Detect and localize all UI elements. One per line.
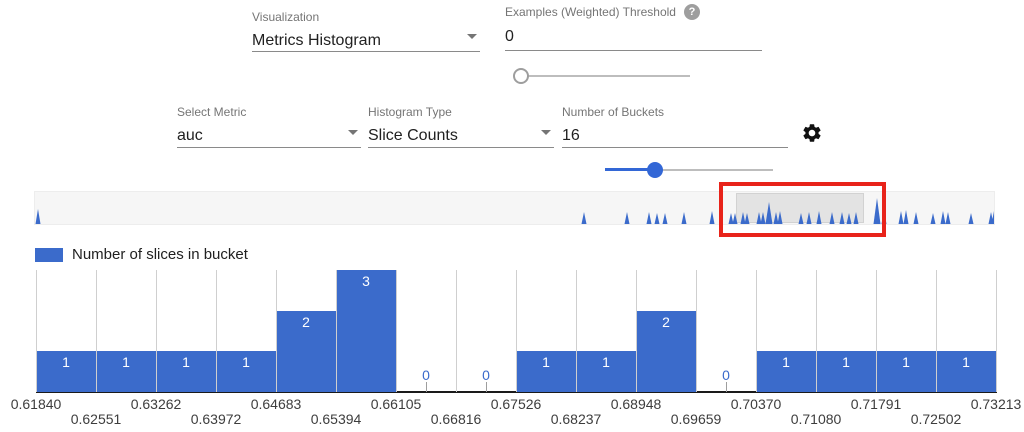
bar-count-label: 3 <box>362 273 370 289</box>
x-tick-label: 0.66816 <box>431 411 482 427</box>
x-tick-label: 0.63972 <box>191 411 242 427</box>
gridline <box>996 270 997 392</box>
x-tick-label: 0.68948 <box>611 396 662 412</box>
slice-count-histogram: 1 1 1 1 2 3 0 0 1 1 2 0 1 1 1 1 0.61840 0.62551 0.63262 0.6… <box>0 0 1024 432</box>
x-tick-label: 0.71791 <box>851 396 902 412</box>
bar-count-label: 2 <box>302 314 310 330</box>
gridline <box>456 270 457 392</box>
bar-count-label: 1 <box>782 354 790 370</box>
zero-count-stem <box>486 382 487 392</box>
bar-count-label: 1 <box>842 354 850 370</box>
bar-count-label: 1 <box>542 354 550 370</box>
x-tick-label: 0.67526 <box>491 396 542 412</box>
bar-count-label: 1 <box>182 354 190 370</box>
bar-count-label: 1 <box>602 354 610 370</box>
zero-count-label: 0 <box>422 367 430 383</box>
bar-count-label: 1 <box>62 354 70 370</box>
bar-count-label: 2 <box>662 314 670 330</box>
zero-count-stem <box>426 382 427 392</box>
gridline <box>696 270 697 392</box>
x-tick-label: 0.62551 <box>71 411 122 427</box>
x-tick-label: 0.73213 <box>971 396 1022 412</box>
bar-count-label: 1 <box>962 354 970 370</box>
x-tick-label: 0.71080 <box>791 411 842 427</box>
zero-count-stem <box>726 382 727 392</box>
zero-count-label: 0 <box>722 367 730 383</box>
bar-count-label: 1 <box>242 354 250 370</box>
metrics-histogram-widget: Visualization Metrics Histogram Examples… <box>0 0 1024 432</box>
gridline <box>396 270 397 392</box>
x-tick-label: 0.70370 <box>731 396 782 412</box>
x-tick-label: 0.68237 <box>551 411 602 427</box>
x-tick-label: 0.65394 <box>311 411 362 427</box>
bar-count-label: 1 <box>902 354 910 370</box>
x-tick-label: 0.61840 <box>11 396 62 412</box>
x-tick-label: 0.63262 <box>131 396 182 412</box>
bar-count-label: 1 <box>122 354 130 370</box>
x-tick-label: 0.69659 <box>671 411 722 427</box>
x-tick-label: 0.64683 <box>251 396 302 412</box>
x-tick-label: 0.72502 <box>911 411 962 427</box>
x-tick-label: 0.66105 <box>371 396 422 412</box>
zero-count-label: 0 <box>482 367 490 383</box>
